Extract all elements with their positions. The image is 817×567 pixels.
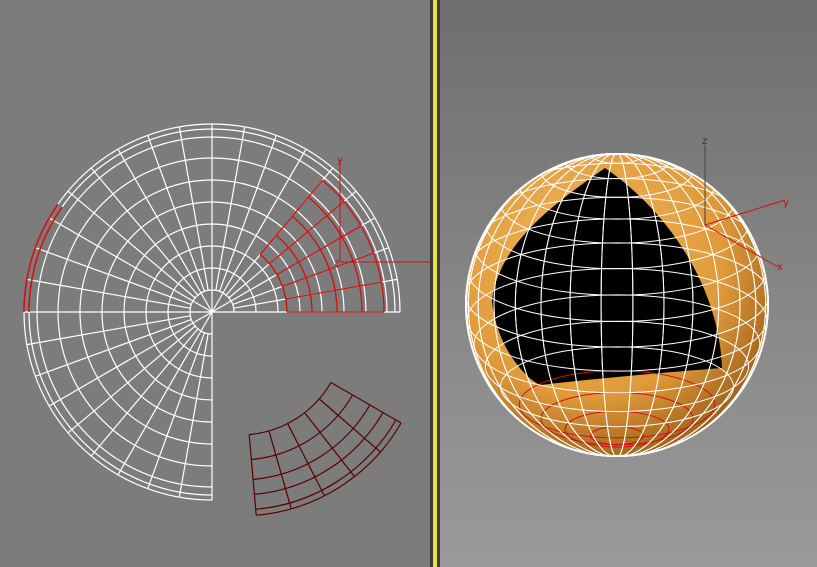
active-viewport-border	[433, 0, 437, 567]
left-viewport[interactable]: y z	[0, 0, 430, 567]
detached-ring-edge	[254, 412, 384, 495]
detached-ring-edge	[253, 404, 371, 481]
detached-radial-edge	[268, 430, 292, 509]
top-view-wireframe: y z	[23, 123, 430, 516]
gizmo-y-label: y	[783, 198, 789, 209]
selected-ring-edge	[275, 234, 313, 313]
radial-edge	[178, 126, 209, 291]
viewport-divider[interactable]	[430, 0, 440, 567]
radial-edge	[26, 315, 191, 346]
detached-radial-edge	[330, 381, 402, 424]
gizmo-x-label: x	[777, 262, 783, 273]
radial-edge	[178, 333, 209, 498]
detached-radial-edge	[248, 434, 257, 516]
gizmo-y-label: y	[337, 155, 343, 166]
gizmo-z-label: z	[334, 258, 339, 269]
radial-edge	[26, 278, 191, 309]
selected-radial-edge	[259, 179, 324, 255]
detached-ring-edge	[255, 419, 397, 510]
gizmo-z-label: z	[702, 136, 707, 147]
perspective-sphere: z y x	[465, 136, 789, 457]
selected-ring-edge	[322, 179, 385, 313]
right-viewport[interactable]: z y x	[440, 0, 817, 567]
detached-ring-edge	[249, 382, 332, 436]
selected-radial-edge	[269, 200, 345, 265]
detached-ring-edge	[251, 394, 354, 461]
radial-edge	[215, 126, 246, 291]
detached-radial-edge	[287, 423, 325, 496]
